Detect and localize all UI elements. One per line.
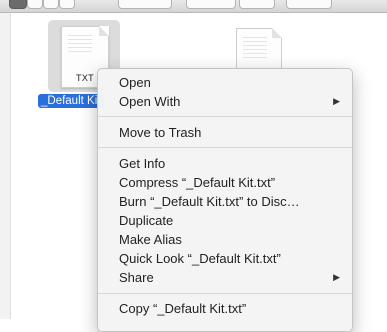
menu-item-get-info[interactable]: Get Info: [98, 154, 352, 173]
share-button[interactable]: [239, 0, 275, 9]
menu-item-label: Move to Trash: [119, 125, 202, 140]
menu-item-share[interactable]: Share ▶: [98, 268, 352, 287]
menu-item-label: Open With: [119, 94, 181, 109]
menu-item-make-alias[interactable]: Make Alias: [98, 230, 352, 249]
menu-item-label: Open: [119, 75, 151, 90]
list-view-button[interactable]: [27, 0, 43, 9]
menu-item-burn[interactable]: Burn “_Default Kit.txt” to Disc…: [98, 192, 352, 211]
file-name-label[interactable]: _Default Ki: [38, 94, 104, 108]
sidebar: [0, 13, 11, 319]
menu-item-label: Get Info: [119, 156, 166, 171]
cover-flow-button[interactable]: [59, 0, 75, 9]
finder-toolbar: [0, 0, 387, 13]
icon-view-button[interactable]: [9, 0, 27, 9]
context-menu: Open Open With ▶ Move to Trash Get Info …: [97, 68, 353, 332]
tags-button[interactable]: [286, 0, 332, 9]
menu-item-label: Compress “_Default Kit.txt”: [119, 175, 276, 190]
menu-item-open[interactable]: Open: [98, 73, 352, 92]
arrange-button[interactable]: [118, 0, 172, 9]
menu-item-duplicate[interactable]: Duplicate: [98, 211, 352, 230]
menu-item-compress[interactable]: Compress “_Default Kit.txt”: [98, 173, 352, 192]
menu-separator: [98, 293, 352, 294]
menu-separator: [98, 147, 352, 148]
submenu-arrow-icon: ▶: [333, 96, 340, 106]
menu-item-move-to-trash[interactable]: Move to Trash: [98, 123, 352, 142]
submenu-arrow-icon: ▶: [333, 272, 340, 282]
action-button[interactable]: [186, 0, 236, 9]
menu-item-label: Share: [119, 270, 154, 285]
column-view-button[interactable]: [43, 0, 59, 9]
menu-item-quick-look[interactable]: Quick Look “_Default Kit.txt”: [98, 249, 352, 268]
menu-item-label: Make Alias: [119, 232, 182, 247]
menu-item-label: Copy “_Default Kit.txt”: [119, 301, 247, 316]
menu-item-label: Duplicate: [119, 213, 174, 228]
menu-separator: [98, 116, 352, 117]
menu-item-label: Burn “_Default Kit.txt” to Disc…: [119, 194, 300, 209]
menu-item-open-with[interactable]: Open With ▶: [98, 92, 352, 111]
document-file-icon[interactable]: [236, 28, 282, 73]
menu-item-copy[interactable]: Copy “_Default Kit.txt”: [98, 299, 352, 318]
menu-item-label: Quick Look “_Default Kit.txt”: [119, 251, 281, 266]
